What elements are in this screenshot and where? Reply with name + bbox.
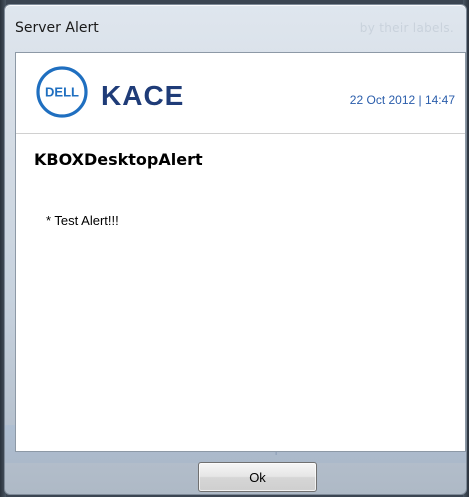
background-ghost-text: by their labels.	[359, 21, 454, 35]
dell-logo-icon: DELL	[36, 66, 88, 118]
alert-message: * Test Alert!!!	[46, 213, 119, 228]
alert-content-panel: DELL KACE 22 Oct 2012 | 14:47 KBOXDeskto…	[15, 52, 466, 452]
window-title: Server Alert	[15, 20, 99, 36]
alert-window: Server Alert by their labels. Desktop Al…	[4, 4, 467, 495]
alert-header: DELL KACE 22 Oct 2012 | 14:47	[16, 53, 465, 134]
ok-button[interactable]: Ok	[198, 462, 317, 492]
product-name: KACE	[101, 80, 185, 111]
alert-datetime: 22 Oct 2012 | 14:47	[349, 93, 455, 107]
dell-logo-text: DELL	[45, 85, 79, 100]
alert-title: KBOXDesktopAlert	[34, 150, 203, 169]
